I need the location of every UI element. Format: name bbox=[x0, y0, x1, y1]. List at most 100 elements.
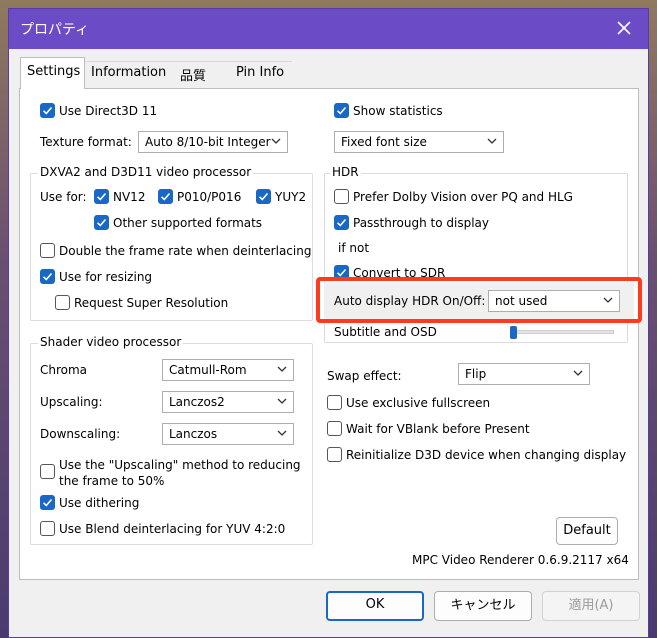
select-value: Fixed font size bbox=[341, 135, 427, 149]
checkbox-label: Wait for VBlank before Present bbox=[346, 421, 530, 436]
apply-button[interactable]: 適用(A) bbox=[542, 591, 640, 621]
checkbox-label: Prefer Dolby Vision over PQ and HLG bbox=[353, 189, 573, 204]
tab-quality[interactable]: 品質 bbox=[174, 61, 230, 88]
checkbox-box[interactable] bbox=[40, 495, 55, 510]
downscaling-select[interactable]: Lanczos bbox=[162, 423, 294, 445]
cancel-button[interactable]: キャンセル bbox=[434, 591, 532, 621]
version-label: MPC Video Renderer 0.6.9.2117 x64 bbox=[412, 553, 629, 567]
texture-format-select[interactable]: Auto 8/10-bit Integer bbox=[138, 131, 288, 153]
checkbox-label: NV12 bbox=[113, 189, 146, 204]
chevron-down-icon bbox=[573, 370, 583, 376]
subtitle-osd-slider-thumb[interactable] bbox=[510, 326, 517, 339]
chroma-select[interactable]: Catmull-Rom bbox=[162, 359, 294, 381]
checkbox-label: Use for resizing bbox=[59, 269, 153, 284]
select-value: Lanczos2 bbox=[169, 395, 225, 409]
select-value: not used bbox=[495, 294, 548, 308]
checkbox-box[interactable] bbox=[94, 215, 109, 230]
p010-checkbox[interactable]: P010/P016 bbox=[158, 189, 241, 204]
double-frame-rate-checkbox[interactable]: Double the frame rate when deinterlacing bbox=[40, 243, 311, 258]
check-icon bbox=[96, 218, 107, 227]
checkbox-label: Use exclusive fullscreen bbox=[346, 395, 491, 410]
check-icon bbox=[42, 498, 53, 507]
chevron-down-icon bbox=[603, 297, 613, 303]
checkbox-label: P010/P016 bbox=[177, 189, 242, 204]
ok-button[interactable]: OK bbox=[326, 591, 424, 621]
reinitialize-d3d-checkbox[interactable]: Reinitialize D3D device when changing di… bbox=[327, 447, 626, 462]
checkbox-box[interactable] bbox=[40, 103, 55, 118]
close-icon[interactable] bbox=[612, 16, 636, 40]
blend-deinterlacing-checkbox[interactable]: Use Blend deinterlacing for YUV 4:2:0 bbox=[40, 521, 285, 536]
other-formats-checkbox[interactable]: Other supported formats bbox=[94, 215, 262, 230]
checkbox-box[interactable] bbox=[327, 447, 342, 462]
auto-hdr-label: Auto display HDR On/Off: bbox=[334, 294, 486, 308]
yuy2-checkbox[interactable]: YUY2 bbox=[256, 189, 306, 204]
title-bar: プロパティ bbox=[9, 9, 648, 49]
swap-effect-label: Swap effect: bbox=[327, 369, 402, 383]
checkbox-box[interactable] bbox=[40, 243, 55, 258]
checkbox-box[interactable] bbox=[256, 189, 271, 204]
super-resolution-checkbox[interactable]: Request Super Resolution bbox=[55, 295, 228, 310]
upscaling-select[interactable]: Lanczos2 bbox=[162, 391, 294, 413]
prefer-dolby-vision-checkbox[interactable]: Prefer Dolby Vision over PQ and HLG bbox=[334, 189, 573, 204]
checkbox-label: Use dithering bbox=[59, 495, 140, 510]
default-button[interactable]: Default bbox=[556, 517, 618, 545]
exclusive-fullscreen-checkbox[interactable]: Use exclusive fullscreen bbox=[327, 395, 490, 410]
checkbox-box[interactable] bbox=[334, 103, 349, 118]
passthrough-checkbox[interactable]: Passthrough to display bbox=[334, 215, 489, 230]
checkbox-box[interactable] bbox=[40, 464, 55, 479]
checkbox-box[interactable] bbox=[40, 521, 55, 536]
font-size-select[interactable]: Fixed font size bbox=[334, 131, 504, 153]
checkbox-box[interactable] bbox=[327, 421, 342, 436]
show-statistics-checkbox[interactable]: Show statistics bbox=[334, 103, 443, 118]
use-for-resizing-checkbox[interactable]: Use for resizing bbox=[40, 269, 152, 284]
wait-vblank-checkbox[interactable]: Wait for VBlank before Present bbox=[327, 421, 530, 436]
chevron-down-icon bbox=[277, 430, 287, 436]
use-direct3d11-checkbox[interactable]: Use Direct3D 11 bbox=[40, 103, 157, 118]
checkbox-box[interactable] bbox=[94, 189, 109, 204]
auto-hdr-select[interactable]: not used bbox=[488, 290, 620, 312]
tab-pin-info[interactable]: Pin Info bbox=[230, 61, 292, 88]
check-icon bbox=[336, 218, 347, 227]
check-icon bbox=[258, 192, 269, 201]
checkbox-label: Reinitialize D3D device when changing di… bbox=[346, 447, 627, 462]
checkbox-box[interactable] bbox=[334, 265, 349, 280]
if-not-label: if not bbox=[338, 241, 370, 255]
checkbox-label: Use the "Upscaling" method to reducing t… bbox=[59, 457, 301, 489]
settings-panel: Use Direct3D 11 Texture format: Auto 8/1… bbox=[19, 88, 642, 580]
check-icon bbox=[160, 192, 171, 201]
subtitle-osd-slider-track[interactable] bbox=[510, 330, 614, 334]
nv12-checkbox[interactable]: NV12 bbox=[94, 189, 145, 204]
checkbox-box[interactable] bbox=[327, 395, 342, 410]
checkbox-label: Use Blend deinterlacing for YUV 4:2:0 bbox=[59, 521, 286, 536]
hdr-group-title: HDR bbox=[330, 165, 361, 179]
checkbox-label: Convert to SDR bbox=[353, 265, 446, 280]
checkbox-box[interactable] bbox=[158, 189, 173, 204]
tab-information[interactable]: Information bbox=[85, 61, 174, 88]
select-value: Flip bbox=[465, 367, 487, 381]
checkbox-box[interactable] bbox=[40, 269, 55, 284]
upscaling-label: Upscaling: bbox=[40, 395, 103, 409]
checkbox-label: Request Super Resolution bbox=[74, 295, 229, 310]
checkbox-box[interactable] bbox=[334, 215, 349, 230]
checkbox-label: Use Direct3D 11 bbox=[59, 103, 158, 118]
checkbox-label-line2: the frame to 50% bbox=[59, 474, 165, 488]
tab-settings[interactable]: Settings bbox=[20, 57, 85, 89]
use-upscaling-method-checkbox[interactable]: Use the "Upscaling" method to reducing t… bbox=[40, 457, 301, 489]
checkbox-label: Double the frame rate when deinterlacing bbox=[59, 243, 312, 258]
select-value: Lanczos bbox=[169, 427, 218, 441]
use-for-label: Use for: bbox=[40, 190, 87, 204]
checkbox-box[interactable] bbox=[334, 189, 349, 204]
dxva-group-title: DXVA2 and D3D11 video processor bbox=[38, 165, 254, 179]
checkbox-label: YUY2 bbox=[275, 189, 307, 204]
check-icon bbox=[96, 192, 107, 201]
checkbox-box[interactable] bbox=[55, 295, 70, 310]
convert-to-sdr-checkbox[interactable]: Convert to SDR bbox=[334, 265, 445, 280]
chevron-down-icon bbox=[271, 138, 281, 144]
swap-effect-select[interactable]: Flip bbox=[458, 363, 590, 385]
window-title: プロパティ bbox=[20, 22, 90, 38]
checkbox-label: Passthrough to display bbox=[353, 215, 489, 230]
check-icon bbox=[336, 106, 347, 115]
select-value: Catmull-Rom bbox=[169, 363, 247, 377]
select-value: Auto 8/10-bit Integer bbox=[145, 135, 271, 149]
use-dithering-checkbox[interactable]: Use dithering bbox=[40, 495, 139, 510]
